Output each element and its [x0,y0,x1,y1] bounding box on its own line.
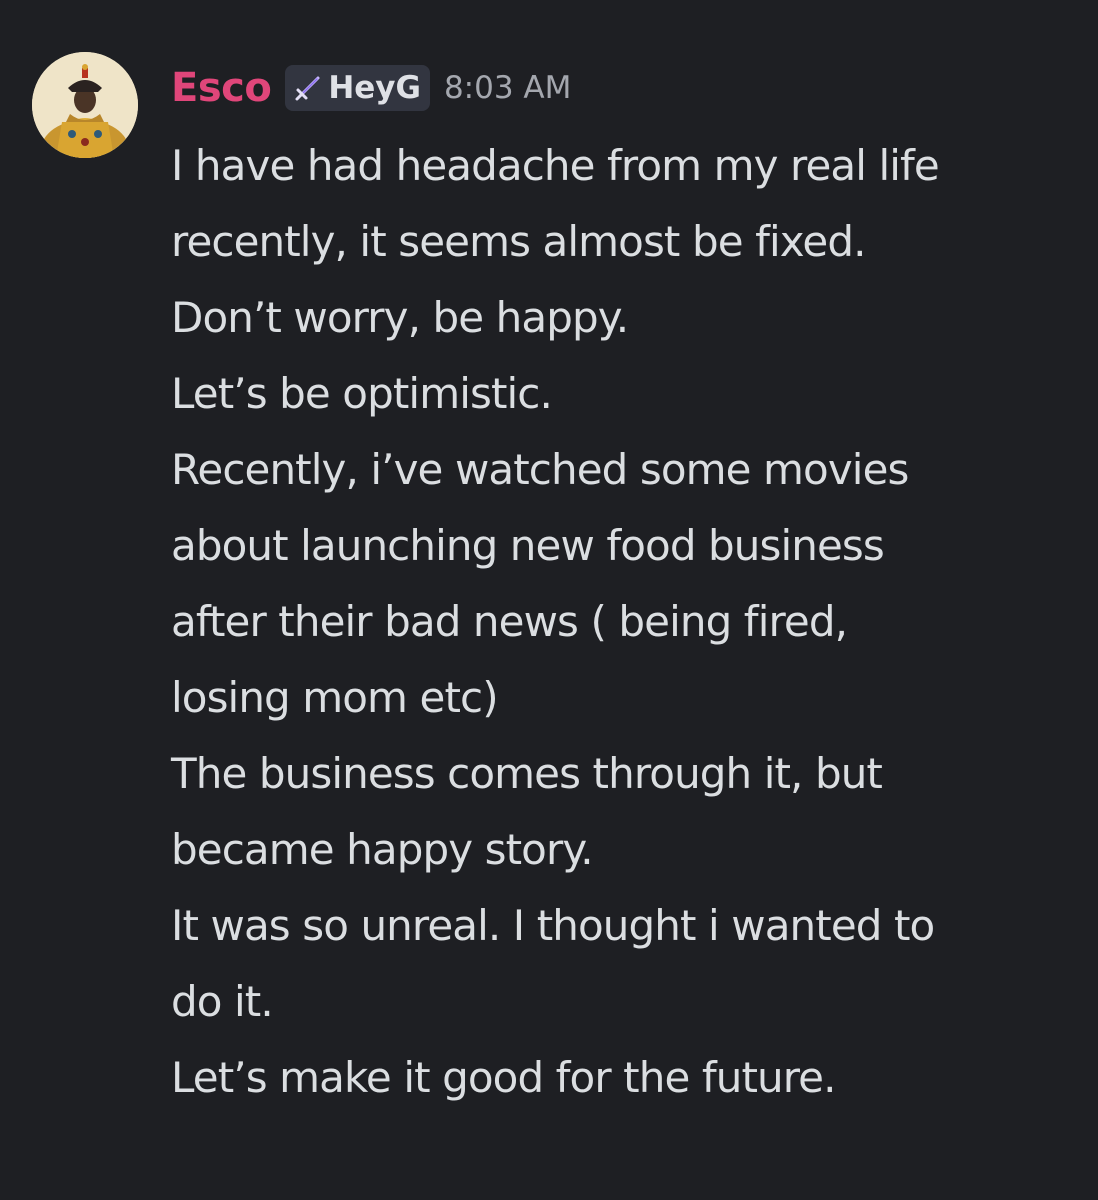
message-line: Let’s be optimistic. [171,369,553,418]
avatar[interactable] [32,52,138,158]
server-tag[interactable]: HeyG [285,65,430,111]
message-header: Esco HeyG 8:03 AM [171,60,571,116]
message-line: losing mom etc) [171,673,499,722]
message-line: It was so unreal. I thought i wanted to [171,901,935,950]
message-line: Recently, i’ve watched some movies [171,445,909,494]
message-line: Don’t worry, be happy. [171,293,629,342]
server-tag-label: HeyG [328,70,421,106]
message-line: do it. [171,977,274,1026]
message-line: became happy story. [171,825,594,874]
message-line: recently, it seems almost be fixed. [171,217,866,266]
message-line: Let’s make it good for the future. [171,1053,836,1102]
message-line: I have had headache from my real life [171,141,940,190]
emperor-portrait-avatar [32,52,138,158]
username[interactable]: Esco [171,65,272,111]
message-line: after their bad news ( being fired, [171,597,848,646]
timestamp[interactable]: 8:03 AM [444,70,571,106]
message-line: about launching new food business [171,521,885,570]
sword-icon [292,72,324,104]
message-body: I have had headache from my real life re… [171,128,1071,1116]
message-line: The business comes through it, but [171,749,883,798]
chat-message: Esco HeyG 8:03 AM I have had headache fr… [0,0,1098,1200]
